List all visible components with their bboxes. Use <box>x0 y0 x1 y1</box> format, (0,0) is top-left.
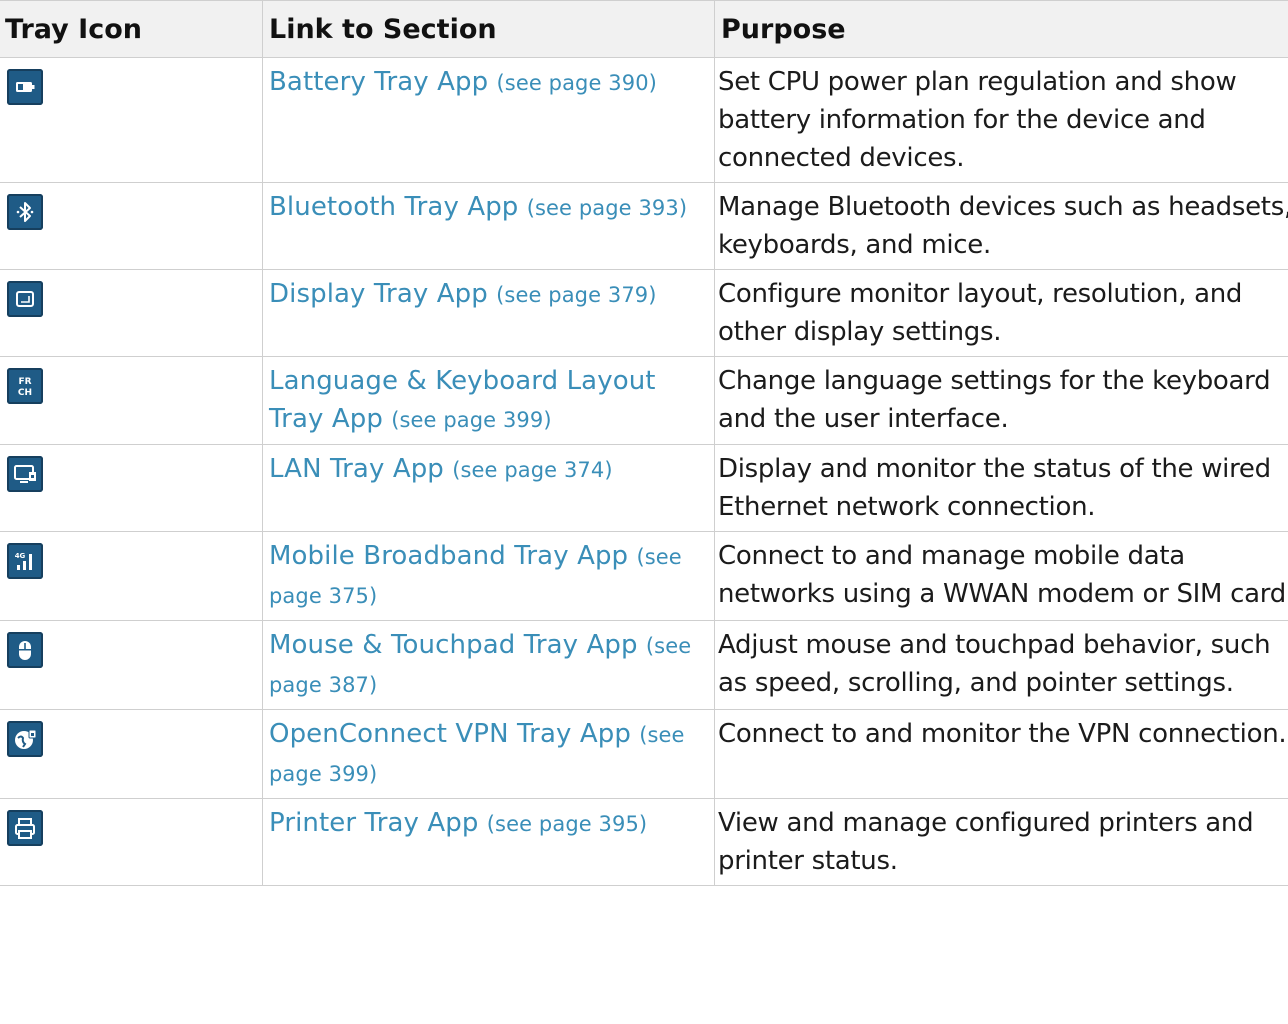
section-link[interactable]: OpenConnect VPN Tray App <box>269 719 631 749</box>
link-cell: Bluetooth Tray App (see page 393) <box>262 182 715 270</box>
tray-icon-cell: 4G <box>0 531 263 621</box>
table-row: Printer Tray App (see page 395) View and… <box>0 798 1288 886</box>
section-link[interactable]: LAN Tray App <box>269 454 444 484</box>
purpose-cell: View and manage configured printers and … <box>714 798 1288 886</box>
purpose-cell: Configure monitor layout, resolution, an… <box>714 269 1288 357</box>
vpn-globe-icon <box>7 721 43 757</box>
table-row: OpenConnect VPN Tray App (see page 399) … <box>0 709 1288 799</box>
section-link[interactable]: Mobile Broadband Tray App <box>269 541 628 571</box>
tray-icon-cell: FR CH <box>0 356 263 445</box>
purpose-cell: Display and monitor the status of the wi… <box>714 444 1288 532</box>
page-reference-link[interactable]: (see page 395) <box>487 812 647 836</box>
purpose-cell: Adjust mouse and touchpad behavior, such… <box>714 620 1288 710</box>
section-link[interactable]: Display Tray App <box>269 279 488 309</box>
header-row: Tray Icon Link to Section Purpose <box>0 0 1288 58</box>
header-link-to-section: Link to Section <box>262 0 715 58</box>
table-row: Bluetooth Tray App (see page 393) Manage… <box>0 182 1288 270</box>
link-cell: Mouse & Touchpad Tray App (see page 387) <box>262 620 715 710</box>
link-cell: Battery Tray App (see page 390) <box>262 57 715 183</box>
table-row: Display Tray App (see page 379) Configur… <box>0 269 1288 357</box>
lan-icon <box>7 456 43 492</box>
table-row: LAN Tray App (see page 374) Display and … <box>0 444 1288 532</box>
header-tray-icon: Tray Icon <box>0 0 263 58</box>
section-link[interactable]: Battery Tray App <box>269 67 488 97</box>
tray-icon-cell <box>0 57 263 183</box>
tray-icon-cell <box>0 182 263 270</box>
link-cell: Mobile Broadband Tray App (see page 375) <box>262 531 715 621</box>
section-link[interactable]: Mouse & Touchpad Tray App <box>269 630 638 660</box>
table-row: Battery Tray App (see page 390) Set CPU … <box>0 57 1288 183</box>
table-row: 4G Mobile Broadband Tray App (see page 3… <box>0 531 1288 621</box>
tray-icon-cell <box>0 709 263 799</box>
purpose-cell: Set CPU power plan regulation and show b… <box>714 57 1288 183</box>
page-reference-link[interactable]: (see page 390) <box>497 71 657 95</box>
link-cell: Language & Keyboard Layout Tray App (see… <box>262 356 715 445</box>
bluetooth-icon <box>7 194 43 230</box>
purpose-cell: Change language settings for the keyboar… <box>714 356 1288 445</box>
page-reference-link[interactable]: (see page 379) <box>496 283 656 307</box>
purpose-cell: Manage Bluetooth devices such as headset… <box>714 182 1288 270</box>
page-reference-link[interactable]: (see page 393) <box>527 196 687 220</box>
mouse-icon <box>7 632 43 668</box>
link-cell: OpenConnect VPN Tray App (see page 399) <box>262 709 715 799</box>
svg-text:4G: 4G <box>15 552 26 560</box>
printer-icon <box>7 810 43 846</box>
page-reference-link[interactable]: (see page 399) <box>391 408 551 432</box>
page-reference-link[interactable]: (see page 374) <box>452 458 612 482</box>
purpose-cell: Connect to and manage mobile data networ… <box>714 531 1288 621</box>
tray-icon-cell <box>0 620 263 710</box>
link-cell: Printer Tray App (see page 395) <box>262 798 715 886</box>
purpose-cell: Connect to and monitor the VPN connectio… <box>714 709 1288 799</box>
svg-text:CH: CH <box>18 388 32 398</box>
tray-apps-table: Tray Icon Link to Section Purpose Batter… <box>0 0 1288 886</box>
link-cell: LAN Tray App (see page 374) <box>262 444 715 532</box>
table-row: FR CH Language & Keyboard Layout Tray App… <box>0 356 1288 445</box>
header-purpose: Purpose <box>714 0 1288 58</box>
section-link[interactable]: Printer Tray App <box>269 808 479 838</box>
svg-text:FR: FR <box>18 377 31 387</box>
tray-icon-cell <box>0 269 263 357</box>
table-header: Tray Icon Link to Section Purpose <box>0 0 1288 58</box>
table-row: Mouse & Touchpad Tray App (see page 387)… <box>0 620 1288 710</box>
tray-icon-cell <box>0 798 263 886</box>
display-icon <box>7 281 43 317</box>
battery-icon <box>7 69 43 105</box>
section-link[interactable]: Bluetooth Tray App <box>269 192 518 222</box>
tray-icon-cell <box>0 444 263 532</box>
language-keyboard-icon: FR CH <box>7 368 43 404</box>
mobile-broadband-icon: 4G <box>7 543 43 579</box>
link-cell: Display Tray App (see page 379) <box>262 269 715 357</box>
